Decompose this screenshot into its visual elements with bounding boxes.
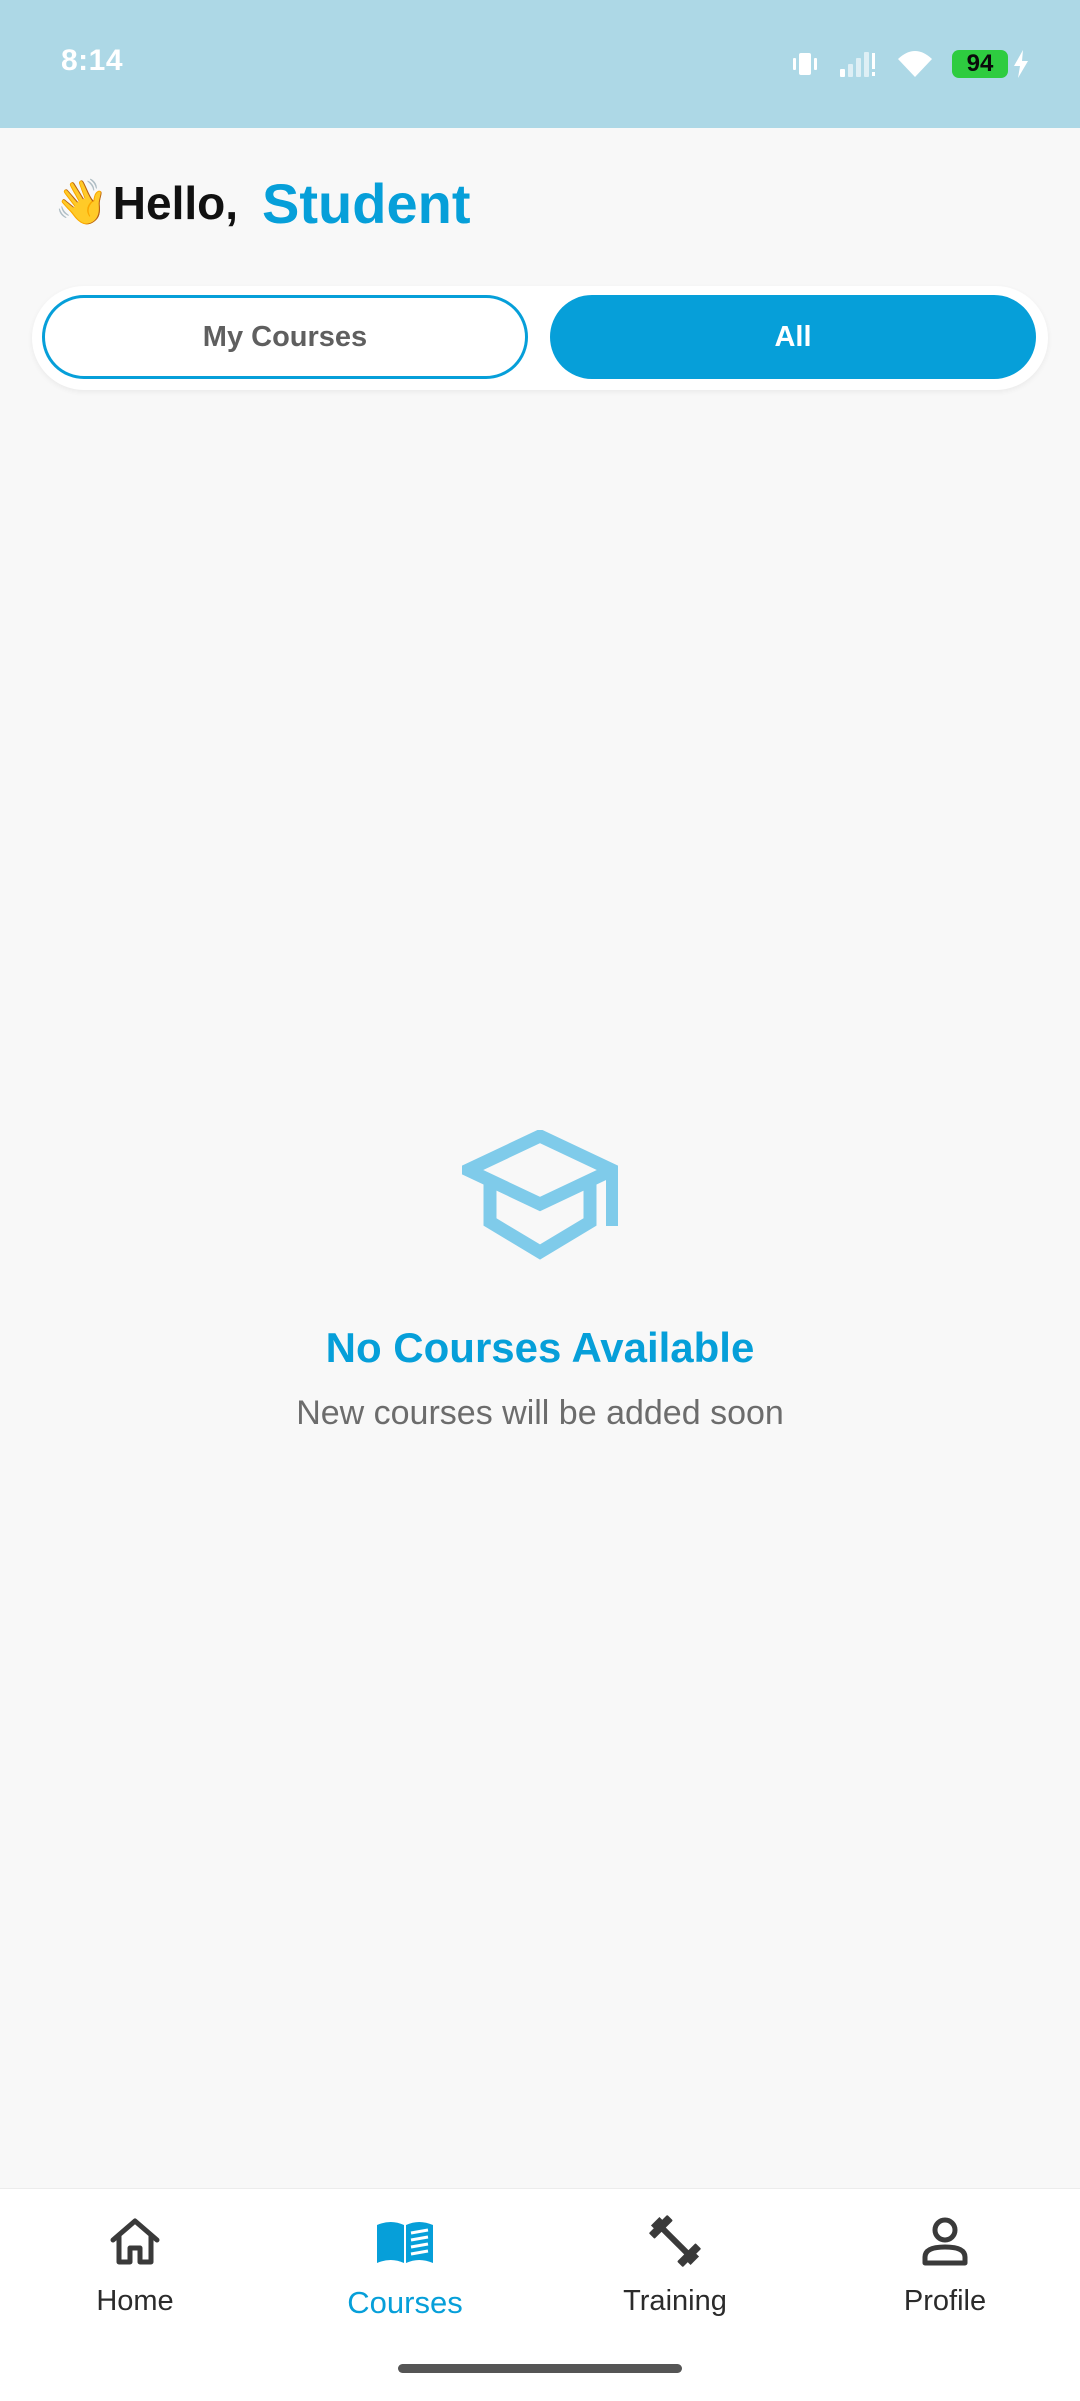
battery-icon: 94: [952, 50, 1028, 78]
nav-training[interactable]: Training: [540, 2211, 810, 2318]
course-filter-tabs: My Courses All: [32, 286, 1048, 390]
waving-hand-icon: 👋: [54, 178, 109, 227]
tab-all[interactable]: All: [550, 295, 1036, 379]
greeting-hello: Hello,: [112, 177, 239, 229]
home-icon: [108, 2211, 162, 2271]
nav-courses-label: Courses: [347, 2285, 463, 2320]
charging-icon: [1012, 50, 1030, 78]
nav-home[interactable]: Home: [0, 2211, 270, 2318]
empty-state-title: No Courses Available: [325, 1324, 755, 1371]
book-icon: [375, 2211, 435, 2271]
signal-icon: [838, 49, 878, 79]
status-icons: 94: [790, 44, 1028, 84]
status-bar: 8:14 94: [0, 0, 1080, 128]
tab-my-courses[interactable]: My Courses: [42, 295, 528, 379]
person-icon: [921, 2211, 969, 2271]
battery-level: 94: [966, 50, 994, 77]
nav-profile[interactable]: Profile: [810, 2211, 1080, 2318]
nav-courses[interactable]: Courses: [270, 2211, 540, 2321]
nav-training-label: Training: [623, 2285, 727, 2317]
nav-home-label: Home: [96, 2285, 174, 2317]
user-name: Student: [262, 171, 471, 235]
graduation-cap-icon: [462, 1130, 618, 1260]
wifi-icon: [896, 49, 934, 79]
empty-state-subtitle: New courses will be added soon: [296, 1394, 784, 1432]
empty-state: No Courses Available New courses will be…: [0, 1130, 1080, 1433]
nav-profile-label: Profile: [903, 2285, 987, 2317]
home-indicator[interactable]: [398, 2364, 682, 2373]
greeting: 👋 Hello, Student: [54, 168, 470, 238]
dumbbell-icon: [647, 2211, 703, 2271]
vibrate-icon: [790, 51, 820, 77]
status-time: 8:14: [61, 44, 124, 77]
